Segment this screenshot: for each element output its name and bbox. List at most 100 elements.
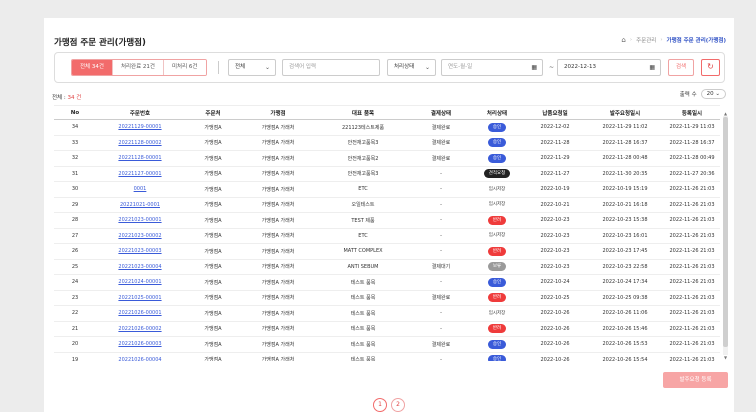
- table-cell: 23: [54, 290, 96, 306]
- tab-unprocessed[interactable]: 미처리 6건: [164, 60, 206, 75]
- search-placeholder: 검색어 입력: [289, 64, 317, 70]
- table-row[interactable]: 30 0001 가맹점A 가맹점A 가래처 ETC - 임시저장 2022-10-19 2022…: [54, 181, 720, 198]
- table-row[interactable]: 19 20221026-00004 가맹점A 가맹점A 가래처 테스트 품목 - 승인 202…: [54, 352, 720, 361]
- table-cell: 2022-11-26 21:03: [664, 305, 720, 322]
- order-number-link[interactable]: 20221023-00002: [96, 228, 184, 244]
- per-page: 출력 수 20 ⌄: [680, 89, 726, 99]
- table-cell: 테스트 품목: [314, 274, 412, 291]
- column-header: 가맹점: [242, 105, 314, 120]
- table-cell: 2022-10-26 15:46: [586, 321, 664, 337]
- order-number-link[interactable]: 20221128-00001: [96, 150, 184, 167]
- page-button-2[interactable]: 2: [391, 398, 405, 412]
- order-number-link[interactable]: 20221127-00001: [96, 166, 184, 182]
- table-cell: 19: [54, 352, 96, 361]
- chevron-right-icon: ›: [660, 37, 663, 43]
- page-title: 가맹점 주문 관리(가맹점): [54, 38, 146, 48]
- order-number-link[interactable]: 20221023-00001: [96, 212, 184, 229]
- order-number-link[interactable]: 20221025-00001: [96, 290, 184, 306]
- order-number-link[interactable]: 20221024-00001: [96, 274, 184, 291]
- status-badge: 반려: [487, 246, 507, 256]
- home-icon[interactable]: ⌂: [621, 36, 625, 44]
- order-number-link[interactable]: 20221026-00002: [96, 321, 184, 337]
- table-cell: 결제완료: [412, 336, 470, 353]
- per-page-label: 출력 수: [679, 92, 697, 98]
- date-end-input[interactable]: 2022-12-13 ▦: [557, 59, 661, 76]
- table-cell: 2022-10-19: [524, 181, 586, 198]
- calendar-icon[interactable]: ▦: [649, 60, 655, 75]
- table-row[interactable]: 20 20221026-00003 가맹점A 가맹점A 가래처 테스트 품목 결제완료 승인…: [54, 336, 720, 353]
- table-cell: 가맹점A: [184, 274, 242, 291]
- table-row[interactable]: 22 20221026-00001 가맹점A 가맹점A 가래처 테스트 품목 - 임시저장 2…: [54, 305, 720, 322]
- table-header-row: No 주문번호 주문처 가맹점 대표 품목 결제상태 처리상태 납품요청일 발주요청일시 등록일시: [54, 105, 720, 120]
- chevron-down-icon: ⌄: [264, 64, 270, 71]
- column-header: 등록일시: [664, 105, 720, 120]
- order-number-link[interactable]: 20221023-00004: [96, 259, 184, 275]
- column-header: 처리상태: [470, 105, 524, 120]
- scope-select[interactable]: 전체 ⌄: [228, 59, 276, 76]
- table-body: 34 20221129-00001 가맹점A 가맹점A 가래처 221123테스트제품 결…: [54, 119, 720, 361]
- column-header: 대표 품목: [314, 105, 412, 120]
- table-cell: 2022-10-26: [524, 352, 586, 361]
- table-row[interactable]: 31 20221127-00001 가맹점A 가맹점A 가래처 안전재고품목3- 견적요청…: [54, 166, 720, 182]
- table-cell: 2022-11-29: [524, 150, 586, 167]
- table-row[interactable]: 25 20221023-00004 가맹점A 가맹점A 가래처 ANTI SEBUM 결제…: [54, 259, 720, 275]
- page-button-1[interactable]: 1: [373, 398, 387, 412]
- table-cell: 2022-11-26 21:03: [664, 212, 720, 229]
- table-row[interactable]: 27 20221023-00002 가맹점A 가맹점A 가래처 ETC - 임시저장 2022…: [54, 228, 720, 244]
- scrollbar-thumb[interactable]: [723, 117, 728, 347]
- calendar-icon[interactable]: ▦: [531, 60, 537, 75]
- table-row[interactable]: 34 20221129-00001 가맹점A 가맹점A 가래처 221123테스트제품 결…: [54, 119, 720, 136]
- scroll-down-icon[interactable]: ▼: [723, 355, 728, 360]
- table-row[interactable]: 21 20221026-00002 가맹점A 가맹점A 가래처 테스트 품목 - 반려 202…: [54, 321, 720, 337]
- table-row[interactable]: 26 20221023-00003 가맹점A 가맹점A 가래처 MATT COMPLEX…: [54, 243, 720, 260]
- tab-all[interactable]: 전체 34건: [72, 60, 113, 75]
- table-cell: -: [412, 243, 470, 260]
- order-number-link[interactable]: 20221023-00003: [96, 243, 184, 260]
- filter-bar: 전체 34건 처리완료 21건 미처리 6건 전체 ⌄ 검색어 입력 처리상태 …: [54, 52, 725, 83]
- table-cell: 2022-11-29 11:03: [664, 119, 720, 136]
- table-cell: 결제완료: [412, 119, 470, 136]
- per-page-select[interactable]: 20 ⌄: [700, 89, 726, 99]
- scroll-up-icon[interactable]: ▲: [723, 111, 728, 116]
- reset-icon[interactable]: ↻: [701, 59, 720, 76]
- table-cell: 가맹점A: [184, 305, 242, 322]
- table-cell: TEST 제품: [314, 212, 412, 229]
- table-cell: 가맹점A 가래처: [242, 290, 314, 306]
- order-number-link[interactable]: 20221026-00003: [96, 336, 184, 353]
- date-start-input[interactable]: 연도-월-일 ▦: [441, 59, 543, 76]
- table-cell: 2022-11-26 21:03: [664, 197, 720, 213]
- table-cell: 2022-11-26 21:03: [664, 274, 720, 291]
- table-cell: 오일테스트: [314, 197, 412, 213]
- tab-completed[interactable]: 처리완료 21건: [112, 60, 164, 75]
- add-order-request-button[interactable]: 발주요청 등록: [663, 372, 728, 388]
- date-start-placeholder: 연도-월-일: [448, 64, 473, 70]
- table-row[interactable]: 29 20221021-0001 가맹점A 가맹점A 가래처 오일테스트 - 임시저장 202…: [54, 197, 720, 213]
- order-number-link[interactable]: 20221026-00004: [96, 352, 184, 361]
- table-row[interactable]: 33 20221128-00002 가맹점A 가맹점A 가래처 안전재고품목3 결제완료 승…: [54, 135, 720, 151]
- status-select[interactable]: 처리상태 ⌄: [387, 59, 436, 76]
- table-row[interactable]: 24 20221024-00001 가맹점A 가맹점A 가래처 테스트 품목 - 승인 202…: [54, 274, 720, 291]
- table-cell: 2022-10-23: [524, 259, 586, 275]
- breadcrumb-item[interactable]: 주문관리: [636, 36, 656, 44]
- column-header: No: [54, 105, 96, 120]
- table-row[interactable]: 32 20221128-00001 가맹점A 가맹점A 가래처 안전재고품목2 결제완료 승…: [54, 150, 720, 167]
- search-input[interactable]: 검색어 입력: [282, 59, 380, 76]
- column-header: 발주요청일시: [586, 105, 664, 120]
- orders-table-container[interactable]: No 주문번호 주문처 가맹점 대표 품목 결제상태 처리상태 납품요청일 발주요청일시 등록일시…: [54, 105, 728, 361]
- table-cell: 가맹점A: [184, 259, 242, 275]
- search-button[interactable]: 검색: [668, 59, 694, 76]
- order-number-link[interactable]: 20221021-0001: [96, 197, 184, 213]
- order-number-link[interactable]: 20221128-00002: [96, 135, 184, 151]
- order-number-link[interactable]: 20221026-00001: [96, 305, 184, 322]
- order-number-link[interactable]: 20221129-00001: [96, 119, 184, 136]
- status-cell: 승인: [470, 150, 524, 167]
- table-row[interactable]: 28 20221023-00001 가맹점A 가맹점A 가래처 TEST 제품 - 반려 20…: [54, 212, 720, 229]
- table-row[interactable]: 23 20221025-00001 가맹점A 가맹점A 가래처 테스트 품목 결제완료 반려…: [54, 290, 720, 306]
- status-cell: 승인: [470, 135, 524, 151]
- status-badge: 반려: [487, 324, 507, 334]
- table-cell: 안전재고품목3: [314, 166, 412, 182]
- table-cell: 2022-11-27: [524, 166, 586, 182]
- table-cell: ETC: [314, 181, 412, 198]
- order-number-link[interactable]: 0001: [96, 181, 184, 198]
- column-header: 주문처: [184, 105, 242, 120]
